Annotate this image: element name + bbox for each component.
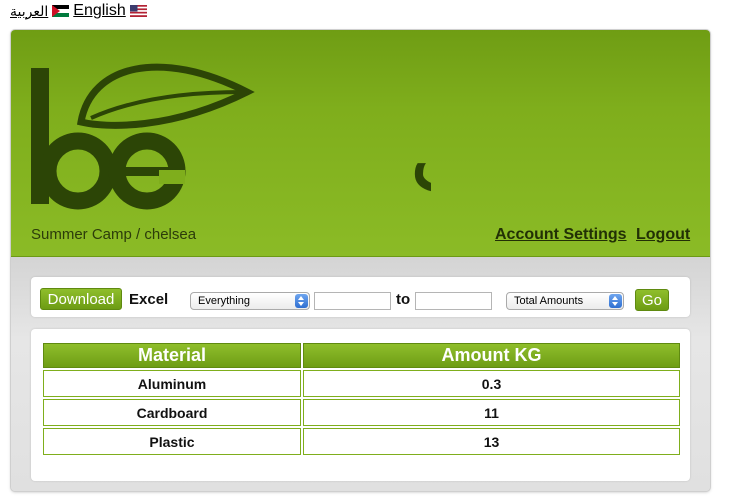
account-settings-link[interactable]: Account Settings	[495, 226, 627, 244]
excel-label: Excel	[129, 291, 169, 308]
amount-mode-select-value: Total Amounts	[514, 295, 584, 307]
logo-arabic-text: بيئي	[409, 95, 431, 203]
main-frame: بيئي Summer Camp / chelsea Account Setti…	[11, 30, 710, 491]
amount-mode-select[interactable]: Total Amounts	[506, 292, 624, 310]
material-cell: Cardboard	[43, 399, 301, 426]
amount-cell: 11	[303, 399, 680, 426]
us-flag-icon[interactable]	[129, 5, 147, 17]
select-arrows-icon	[295, 294, 308, 308]
column-header-material[interactable]: Material	[43, 343, 301, 368]
go-button[interactable]: Go	[635, 289, 669, 311]
breadcrumb: Summer Camp / chelsea	[31, 226, 197, 243]
language-bar: العربية English	[10, 2, 147, 20]
logo-latin-text: be	[200, 8, 201, 9]
amount-cell: 0.3	[303, 370, 680, 397]
to-label: to	[396, 291, 411, 308]
material-cell: Aluminum	[43, 370, 301, 397]
jordan-flag-icon[interactable]	[52, 5, 70, 17]
table-row: Plastic 13	[43, 428, 680, 455]
materials-panel: Material Amount KG Aluminum 0.3 Cardboar…	[31, 329, 690, 481]
table-row: Cardboard 11	[43, 399, 680, 426]
amount-cell: 13	[303, 428, 680, 455]
language-english-link[interactable]: English	[73, 2, 125, 20]
table-row: Aluminum 0.3	[43, 370, 680, 397]
download-button[interactable]: Download	[40, 288, 122, 310]
logout-link[interactable]: Logout	[636, 226, 690, 244]
date-range-select-value: Everything	[198, 295, 250, 307]
select-arrows-icon	[609, 294, 622, 308]
materials-table: Material Amount KG Aluminum 0.3 Cardboar…	[41, 341, 682, 457]
from-date-input[interactable]	[314, 292, 391, 310]
table-header-row: Material Amount KG	[43, 343, 680, 368]
be-logo[interactable]: بيئي	[11, 30, 431, 220]
language-arabic-link[interactable]: العربية	[10, 3, 48, 20]
content-area: Download Excel Everything to Total Amoun…	[11, 257, 710, 491]
column-header-amount[interactable]: Amount KG	[303, 343, 680, 368]
material-cell: Plastic	[43, 428, 301, 455]
site-header: بيئي Summer Camp / chelsea Account Setti…	[11, 30, 710, 257]
date-range-select[interactable]: Everything	[190, 292, 310, 310]
to-date-input[interactable]	[415, 292, 492, 310]
export-toolbar: Download Excel Everything to Total Amoun…	[31, 277, 690, 317]
